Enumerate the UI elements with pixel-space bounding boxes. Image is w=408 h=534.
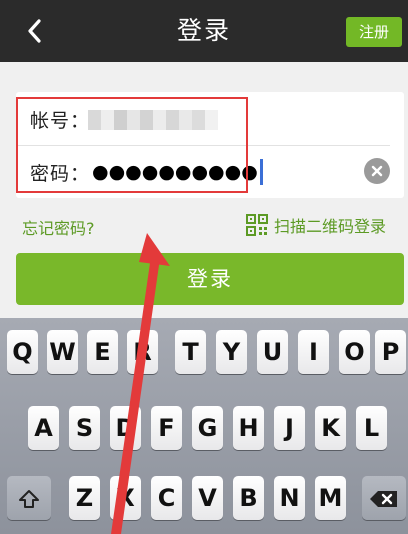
key-n[interactable]: N [274,476,305,520]
qr-login-link[interactable]: 扫描二维码登录 [246,212,386,238]
key-h[interactable]: H [233,406,264,450]
key-q[interactable]: Q [7,330,38,374]
key-r[interactable]: R [127,330,158,374]
shift-key[interactable] [7,476,51,520]
key-t[interactable]: T [175,330,206,374]
key-s[interactable]: S [69,406,100,450]
key-a[interactable]: A [28,406,59,450]
shift-icon [19,490,39,508]
key-l[interactable]: L [356,406,387,450]
register-button[interactable]: 注册 [346,17,402,47]
key-i[interactable]: I [298,330,329,374]
chevron-left-icon [28,19,41,43]
key-m[interactable]: M [315,476,346,520]
key-w[interactable]: W [47,330,78,374]
key-v[interactable]: V [192,476,223,520]
key-b[interactable]: B [233,476,264,520]
key-e[interactable]: E [87,330,118,374]
key-p[interactable]: P [375,330,406,374]
key-k[interactable]: K [315,406,346,450]
delete-key[interactable] [362,476,406,520]
password-input[interactable]: ●●●●●●●●●● [92,157,292,187]
key-c[interactable]: C [151,476,182,520]
key-o[interactable]: O [339,330,370,374]
qr-login-label: 扫描二维码登录 [274,217,387,236]
account-label: 帐号： [30,110,91,132]
keyboard: Q W E R T Y U I O P A S D F G H J K L Z … [0,318,408,534]
key-z[interactable]: Z [69,476,100,520]
key-x[interactable]: X [110,476,141,520]
nav-bar: 登录 注册 [0,0,408,62]
key-y[interactable]: Y [216,330,247,374]
password-label: 密码： [30,163,91,185]
password-mask: ●●●●●●●●●● [92,161,258,183]
key-u[interactable]: U [257,330,288,374]
login-button[interactable]: 登录 [16,253,404,305]
key-d[interactable]: D [110,406,141,450]
account-input[interactable] [88,106,230,134]
backspace-icon [370,491,397,507]
form-divider [16,145,390,146]
text-caret [259,159,263,185]
qr-code-icon [246,214,268,236]
clear-password-button[interactable] [364,158,390,184]
close-icon [371,165,383,177]
key-g[interactable]: G [192,406,223,450]
key-j[interactable]: J [274,406,305,450]
forgot-password-link[interactable]: 忘记密码? [22,215,95,239]
key-f[interactable]: F [151,406,182,450]
back-button[interactable] [14,10,54,52]
